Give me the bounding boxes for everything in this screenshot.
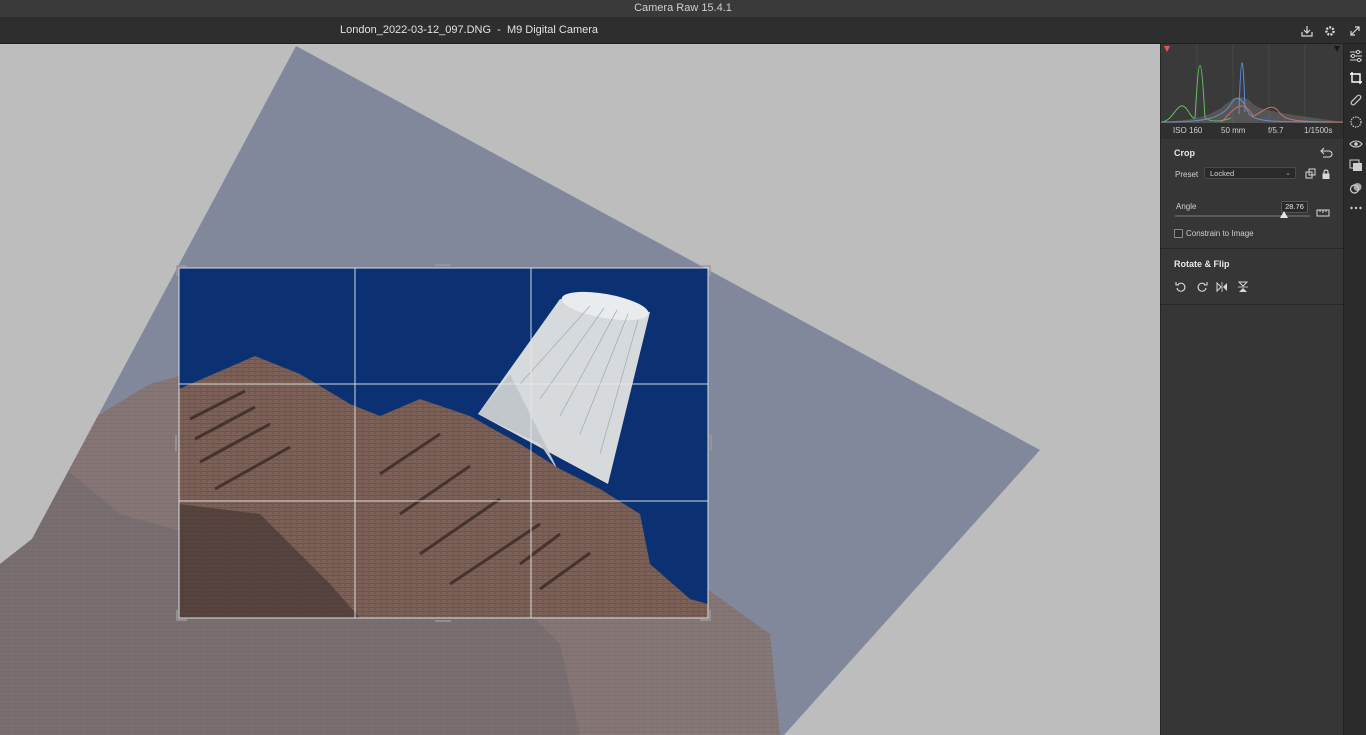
crop-icon[interactable] [1348,70,1364,86]
more-icon[interactable] [1348,200,1364,216]
lock-icon[interactable] [1320,167,1332,179]
flip-horizontal-icon[interactable] [1216,280,1228,293]
aperture-value: f/5.7 [1268,126,1284,135]
focal-length-value: 50 mm [1221,126,1246,135]
file-info-bar: London_2022-03-12_097.DNG - M9 Digital C… [0,18,1366,44]
preset-label: Preset [1175,170,1199,179]
snapshots-icon[interactable] [1348,158,1364,174]
straighten-tool-icon[interactable] [1316,205,1330,217]
masking-icon[interactable] [1348,114,1364,130]
constrain-to-image-label: Constrain to Image [1186,229,1254,238]
preset-value: Locked [1210,169,1235,178]
gear-icon[interactable] [1321,22,1338,39]
rotate-left-icon[interactable] [1175,280,1187,292]
camera-info-bar: ISO 160 50 mm f/5.7 1/1500s [1161,123,1343,139]
histogram [1160,44,1344,123]
flip-vertical-icon[interactable] [1237,280,1249,292]
rotate-right-icon[interactable] [1196,280,1208,292]
preset-dropdown[interactable]: Locked ⌄ [1204,167,1296,179]
app-title: Camera Raw 15.4.1 [634,2,732,14]
angle-slider-thumb[interactable] [1280,211,1288,218]
shadow-clipping-icon [1164,46,1170,52]
constrain-to-image-checkbox[interactable] [1174,229,1183,238]
tool-strip [1343,44,1366,735]
presets-icon[interactable] [1348,180,1364,196]
angle-slider-track[interactable] [1175,215,1310,217]
chevron-down-icon: ⌄ [1285,170,1291,177]
angle-label: Angle [1176,202,1197,211]
shutter-value: 1/1500s [1304,126,1333,135]
crop-section-title: Crop [1174,148,1195,158]
rotate-flip-section-title: Rotate & Flip [1174,259,1230,269]
crop-area[interactable] [179,268,708,618]
highlight-clipping-icon [1334,46,1340,52]
app-title-bar: Camera Raw 15.4.1 [0,0,1366,18]
reset-icon[interactable] [1319,146,1333,158]
edit-panel: ISO 160 50 mm f/5.7 1/1500s Crop Preset … [1160,44,1344,735]
download-icon[interactable] [1298,22,1315,39]
red-eye-icon[interactable] [1348,136,1364,152]
healing-brush-icon[interactable] [1348,92,1364,108]
section-divider [1161,304,1343,305]
file-name-label: London_2022-03-12_097.DNG - M9 Digital C… [340,24,599,36]
iso-value: ISO 160 [1173,126,1203,135]
aspect-ratio-icon[interactable] [1305,167,1317,179]
section-divider [1161,248,1343,249]
expand-icon[interactable] [1346,22,1363,39]
edit-sliders-icon[interactable] [1348,48,1364,64]
image-canvas[interactable] [0,44,1160,735]
